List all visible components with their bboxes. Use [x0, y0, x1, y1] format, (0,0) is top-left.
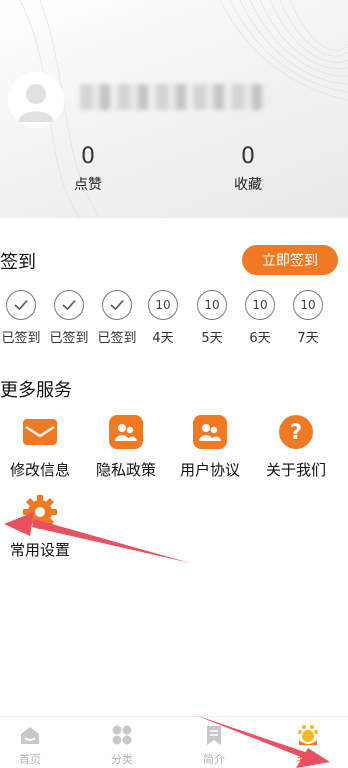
- tab-mine[interactable]: 我的: [278, 723, 338, 767]
- check-icon: [6, 290, 36, 320]
- avatar[interactable]: [8, 72, 64, 128]
- likes-count: 0: [81, 144, 95, 169]
- service-privacy-policy[interactable]: 隐私政策: [86, 414, 166, 480]
- favorites-label: 收藏: [234, 177, 262, 193]
- bookmark-icon: [202, 723, 226, 747]
- reward-badge: 10: [293, 290, 323, 320]
- checkin-day-2: 已签到: [45, 290, 93, 346]
- reward-badge: 10: [197, 290, 227, 320]
- service-label: 隐私政策: [95, 461, 156, 479]
- profile-page: 0 点赞 0 收藏 签到 立即签到 已签到 已签到 已签到 10 4天 10 5…: [0, 0, 348, 768]
- services-title: 更多服务: [0, 380, 72, 401]
- reward-badge: 10: [245, 290, 275, 320]
- checkin-day-7: 10 7天: [284, 290, 332, 346]
- grid-icon: [110, 723, 134, 747]
- tab-category[interactable]: 分类: [92, 723, 152, 767]
- service-edit-info[interactable]: 修改信息: [0, 414, 80, 480]
- question-icon: ?: [278, 414, 314, 450]
- reward-badge: 10: [148, 290, 178, 320]
- checkin-button[interactable]: 立即签到: [242, 245, 338, 275]
- tab-intro[interactable]: 简介: [184, 723, 244, 767]
- service-label: 用户协议: [179, 461, 240, 479]
- checkin-days: 已签到 已签到 已签到 10 4天 10 5天 10 6天 10 7天: [0, 290, 348, 350]
- tab-label: 简介: [203, 753, 225, 766]
- sun-icon: [296, 723, 320, 747]
- service-label: 关于我们: [265, 461, 326, 479]
- checkin-day-label: 7天: [297, 331, 319, 346]
- service-user-agreement[interactable]: 用户协议: [170, 414, 250, 480]
- checkin-day-3: 已签到: [93, 290, 141, 346]
- tab-home[interactable]: 首页: [0, 723, 60, 767]
- likes-label: 点赞: [74, 177, 102, 193]
- tab-label: 分类: [111, 753, 133, 766]
- check-icon: [102, 290, 132, 320]
- username-redacted: [80, 84, 270, 110]
- service-settings[interactable]: 常用设置: [0, 494, 80, 560]
- checkin-day-5: 10 5天: [188, 290, 236, 346]
- checkin-day-4: 10 4天: [139, 290, 187, 346]
- bottom-tab-bar: 首页 分类 简介 我的: [0, 716, 348, 768]
- gear-icon: [22, 494, 58, 530]
- checkin-day-label: 已签到: [49, 331, 89, 346]
- users-icon: [108, 414, 144, 450]
- checkin-title: 签到: [0, 252, 36, 273]
- check-icon: [54, 290, 84, 320]
- checkin-day-label: 已签到: [1, 331, 41, 346]
- home-icon: [18, 723, 42, 747]
- checkin-day-label: 5天: [201, 331, 223, 346]
- svg-text:?: ?: [290, 420, 302, 444]
- tab-label: 首页: [19, 753, 41, 766]
- users-icon: [192, 414, 228, 450]
- service-label: 修改信息: [9, 461, 70, 479]
- likes-stat[interactable]: 0 点赞: [48, 144, 128, 194]
- service-about-us[interactable]: ? 关于我们: [256, 414, 336, 480]
- checkin-day-label: 6天: [249, 331, 271, 346]
- avatar-placeholder-icon: [8, 72, 64, 128]
- service-label: 常用设置: [9, 541, 70, 559]
- favorites-count: 0: [241, 144, 255, 169]
- envelope-icon: [22, 414, 58, 450]
- profile-header: 0 点赞 0 收藏: [0, 0, 348, 218]
- checkin-day-label: 已签到: [97, 331, 137, 346]
- favorites-stat[interactable]: 0 收藏: [208, 144, 288, 194]
- tab-label: 我的: [297, 753, 319, 766]
- checkin-day-6: 10 6天: [236, 290, 284, 346]
- checkin-day-1: 已签到: [0, 290, 45, 346]
- checkin-day-label: 4天: [152, 331, 174, 346]
